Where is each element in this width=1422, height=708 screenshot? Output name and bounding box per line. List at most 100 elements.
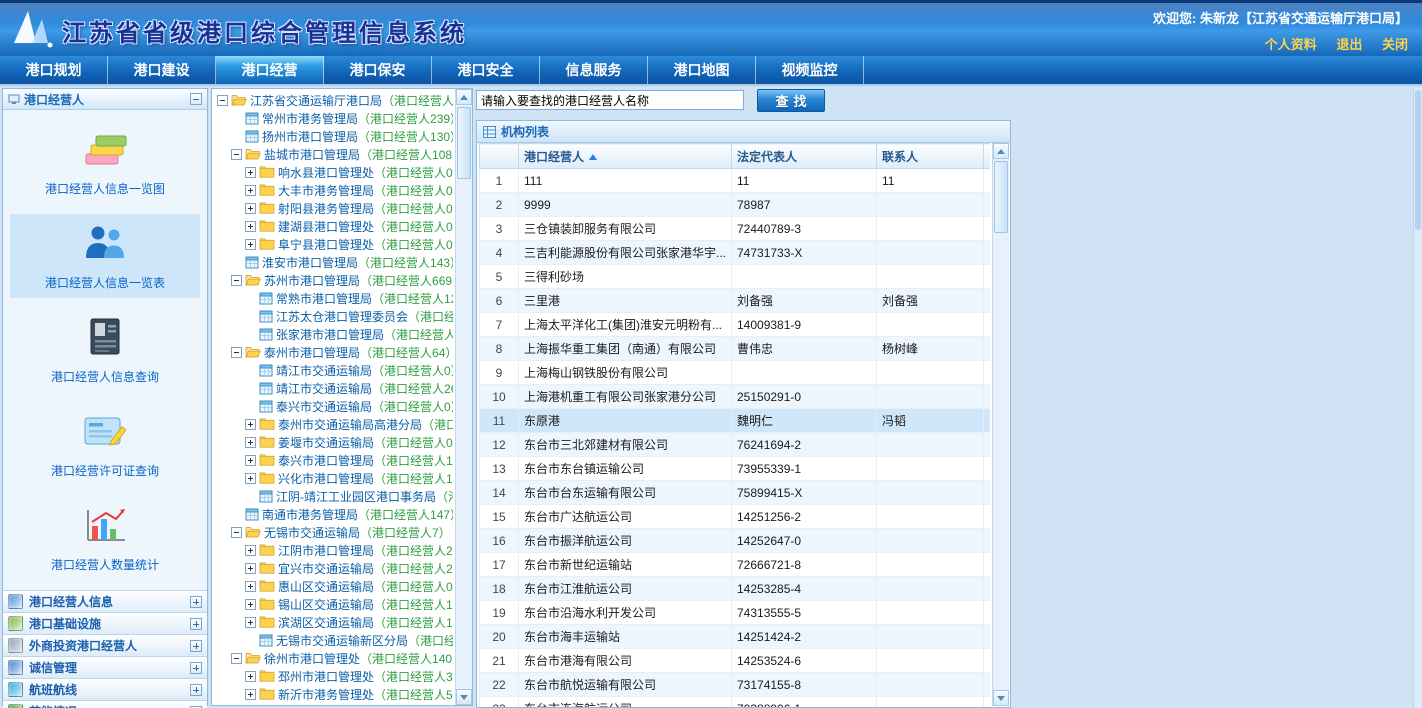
table-row[interactable]: 2999978987 [480, 193, 991, 217]
scroll-thumb[interactable] [457, 107, 471, 179]
table-row[interactable]: 4三吉利能源股份有限公司张家港华宇...74731733-X [480, 241, 991, 265]
tree-node[interactable]: 泰兴市港口管理局（港口经营人11） [215, 451, 453, 469]
nav-tab[interactable]: 视频监控 [756, 56, 864, 84]
tree-node[interactable]: 大丰市港务管理局（港口经营人0） [215, 181, 453, 199]
toggle-minus-icon[interactable] [217, 95, 228, 106]
table-row[interactable]: 16东台市振洋航运公司14252647-0 [480, 529, 991, 553]
toggle-minus-icon[interactable] [231, 653, 242, 664]
toggle-minus-icon[interactable] [231, 149, 242, 160]
table-row[interactable]: 7上海太平洋化工(集团)淮安元明粉有...14009381-9 [480, 313, 991, 337]
expand-icon[interactable] [190, 618, 202, 630]
nav-tab[interactable]: 港口经营 [216, 56, 324, 84]
scroll-down-icon[interactable] [993, 690, 1009, 706]
tree-node[interactable]: 泰州市交通运输局高港分局（港口经 [215, 415, 453, 433]
tree-node[interactable]: 兴化市港口管理局（港口经营人1） [215, 469, 453, 487]
sidebar-accordion[interactable]: 港口经营人信息 [3, 590, 207, 612]
toggle-plus-icon[interactable] [245, 167, 256, 178]
col-contact[interactable]: 联系人 [877, 144, 984, 169]
toggle-plus-icon[interactable] [245, 419, 256, 430]
tree-node[interactable]: 宜兴市交通运输局（港口经营人2） [215, 559, 453, 577]
nav-tab[interactable]: 港口规划 [0, 56, 108, 84]
nav-tab[interactable]: 港口保安 [324, 56, 432, 84]
toggle-plus-icon[interactable] [245, 617, 256, 628]
scroll-thumb[interactable] [1415, 90, 1421, 230]
toggle-plus-icon[interactable] [245, 545, 256, 556]
sidebar-accordion[interactable]: 航班航线 [3, 678, 207, 700]
toggle-plus-icon[interactable] [245, 599, 256, 610]
sidebar-shortcut[interactable]: 港口经营人信息一览图 [10, 120, 200, 204]
table-row[interactable]: 3三仓镇装卸服务有限公司72440789-3 [480, 217, 991, 241]
tree-node[interactable]: 响水县港口管理处（港口经营人0） [215, 163, 453, 181]
tree-node[interactable]: 泰州市港口管理局（港口经营人64） [215, 343, 453, 361]
table-row[interactable]: 5三得利砂场 [480, 265, 991, 289]
table-row[interactable]: 8上海振华重工集团（南通）有限公司曹伟忠杨树峰 [480, 337, 991, 361]
toggle-plus-icon[interactable] [245, 473, 256, 484]
tree-node[interactable]: 建湖县港口管理处（港口经营人0） [215, 217, 453, 235]
toggle-minus-icon[interactable] [231, 275, 242, 286]
collapse-icon[interactable] [190, 93, 202, 105]
col-operator[interactable]: 港口经营人 [519, 144, 732, 169]
search-button[interactable]: 查找 [757, 89, 825, 112]
table-row[interactable]: 14东台市台东运输有限公司75899415-X [480, 481, 991, 505]
tree-node[interactable]: 扬州市港口管理局（港口经营人130） [215, 127, 453, 145]
table-row[interactable]: 10上海港机重工有限公司张家港分公司25150291-0 [480, 385, 991, 409]
table-row[interactable]: 9上海梅山钢铁股份有限公司 [480, 361, 991, 385]
table-row[interactable]: 17东台市新世纪运输站72666721-8 [480, 553, 991, 577]
toggle-plus-icon[interactable] [245, 581, 256, 592]
table-row[interactable]: 15东台市广达航运公司14251256-2 [480, 505, 991, 529]
sidebar-accordion[interactable]: 港口基础设施 [3, 612, 207, 634]
tree-node[interactable]: 泰兴市交通运输局（港口经营人0） [215, 397, 453, 415]
sidebar-shortcut[interactable]: 港口经营许可证查询 [10, 402, 200, 486]
sidebar-shortcut[interactable]: 港口经营人信息一览表 [10, 214, 200, 298]
expand-icon[interactable] [190, 662, 202, 674]
tree-node[interactable]: 徐州市港口管理处（港口经营人140） [215, 649, 453, 667]
tree-node[interactable]: 江苏太仓港口管理委员会（港口经营 [215, 307, 453, 325]
scroll-up-icon[interactable] [993, 143, 1009, 159]
toggle-plus-icon[interactable] [245, 563, 256, 574]
tree-node[interactable]: 阜宁县港口管理处（港口经营人0） [215, 235, 453, 253]
tree-node[interactable]: 盐城市港口管理局（港口经营人108） [215, 145, 453, 163]
scroll-down-icon[interactable] [456, 689, 472, 705]
tree-node[interactable]: 姜堰市交通运输局（港口经营人0） [215, 433, 453, 451]
tree-node[interactable]: 张家港市港口管理局（港口经营人10 [215, 325, 453, 343]
toggle-plus-icon[interactable] [245, 185, 256, 196]
toggle-plus-icon[interactable] [245, 203, 256, 214]
logout-link[interactable]: 退出 [1336, 37, 1362, 52]
toggle-plus-icon[interactable] [245, 671, 256, 682]
tree-node[interactable]: 无锡市交通运输新区分局（港口经营 [215, 631, 453, 649]
table-row[interactable]: 11111111 [480, 169, 991, 193]
tree-node[interactable]: 江苏省交通运输厅港口局（港口经营人200 [215, 91, 453, 109]
tree-node[interactable]: 南通市港务管理局（港口经营人147） [215, 505, 453, 523]
tree-node[interactable]: 江阴-靖江工业园区港口事务局（港口 [215, 487, 453, 505]
toggle-plus-icon[interactable] [245, 239, 256, 250]
tree-node[interactable]: 邳州市港口管理处（港口经营人36） [215, 667, 453, 685]
tree-node[interactable]: 惠山区交通运输局（港口经营人0） [215, 577, 453, 595]
tree-node[interactable]: 靖江市交通运输局（港口经营人26） [215, 379, 453, 397]
sidebar-accordion[interactable]: 节能情况 [3, 700, 207, 708]
col-legal-representative[interactable]: 法定代表人 [732, 144, 877, 169]
expand-icon[interactable] [190, 684, 202, 696]
tree-node[interactable]: 常州市港务管理局（港口经营人239） [215, 109, 453, 127]
tree-node[interactable]: 射阳县港务管理局（港口经营人0） [215, 199, 453, 217]
toggle-plus-icon[interactable] [245, 455, 256, 466]
table-row[interactable]: 20东台市海丰运输站14251424-2 [480, 625, 991, 649]
list-scrollbar[interactable] [992, 143, 1009, 706]
tree-node[interactable]: 苏州市港口管理局（港口经营人669） [215, 271, 453, 289]
nav-tab[interactable]: 港口安全 [432, 56, 540, 84]
table-row[interactable]: 23东台市连海航运公司70388906-1 [480, 697, 991, 708]
tree-node[interactable]: 滨湖区交通运输局（港口经营人1） [215, 613, 453, 631]
nav-tab[interactable]: 港口建设 [108, 56, 216, 84]
tree-node[interactable]: 淮安市港口管理局（港口经营人143） [215, 253, 453, 271]
sidebar-shortcut[interactable]: 港口经营人信息查询 [10, 308, 200, 392]
sidebar-accordion[interactable]: 外商投资港口经营人 [3, 634, 207, 656]
search-input[interactable] [476, 90, 744, 110]
scroll-thumb[interactable] [994, 161, 1008, 233]
tree-node[interactable]: 江阴市港口管理局（港口经营人2） [215, 541, 453, 559]
table-row[interactable]: 6三里港刘备强刘备强 [480, 289, 991, 313]
tree-node[interactable]: 锡山区交通运输局（港口经营人1） [215, 595, 453, 613]
page-scrollbar[interactable] [1413, 88, 1422, 708]
toggle-minus-icon[interactable] [231, 347, 242, 358]
table-row[interactable]: 18东台市江淮航运公司14253285-4 [480, 577, 991, 601]
tree-node[interactable]: 靖江市交通运输局（港口经营人0） [215, 361, 453, 379]
close-link[interactable]: 关闭 [1382, 37, 1408, 52]
